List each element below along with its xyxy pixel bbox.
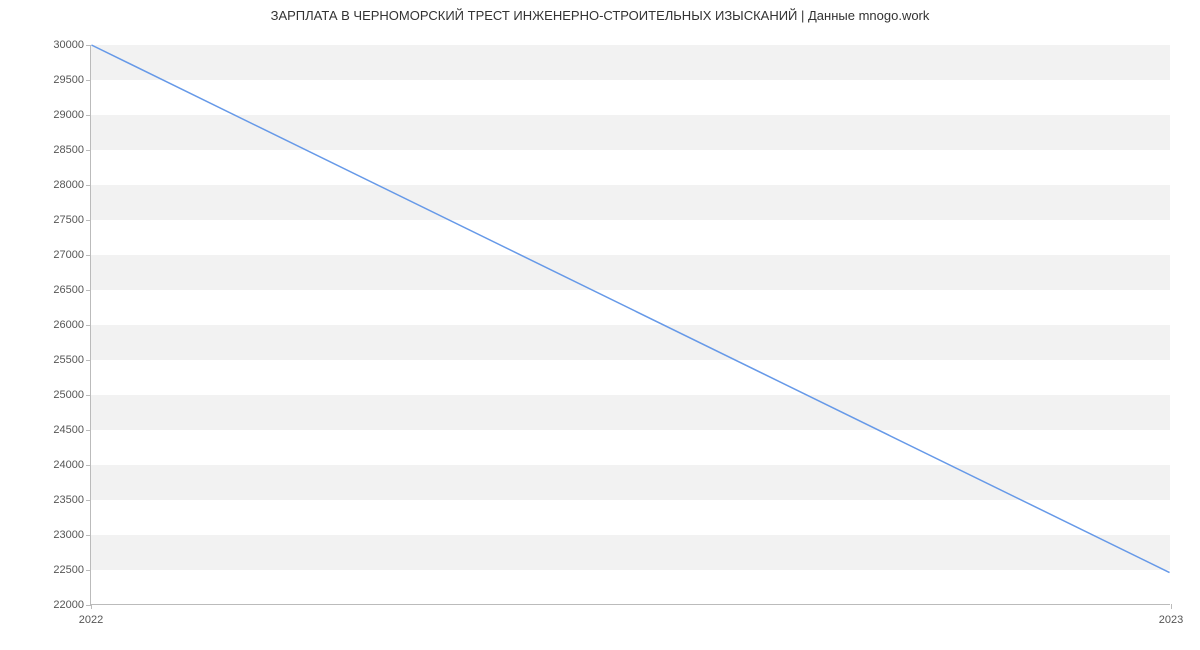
plot-area: 2200022500230002350024000245002500025500…: [90, 45, 1170, 605]
y-tick-label: 23500: [36, 494, 84, 506]
x-tick-mark: [1171, 604, 1172, 609]
y-tick-label: 28000: [36, 179, 84, 191]
y-tick-label: 27000: [36, 249, 84, 261]
chart-title: ЗАРПЛАТА В ЧЕРНОМОРСКИЙ ТРЕСТ ИНЖЕНЕРНО-…: [0, 8, 1200, 23]
y-tick-mark: [86, 500, 91, 501]
x-tick-label: 2023: [1159, 614, 1183, 626]
y-tick-label: 25000: [36, 389, 84, 401]
y-tick-mark: [86, 115, 91, 116]
y-tick-label: 22500: [36, 564, 84, 576]
y-tick-mark: [86, 430, 91, 431]
y-tick-mark: [86, 395, 91, 396]
line-layer: [91, 45, 1170, 604]
x-tick-label: 2022: [79, 614, 103, 626]
y-tick-mark: [86, 255, 91, 256]
y-tick-mark: [86, 360, 91, 361]
y-tick-label: 22000: [36, 599, 84, 611]
series-line: [91, 45, 1169, 573]
y-tick-label: 27500: [36, 214, 84, 226]
y-tick-label: 24000: [36, 459, 84, 471]
y-tick-label: 30000: [36, 39, 84, 51]
y-tick-label: 24500: [36, 424, 84, 436]
chart-container: ЗАРПЛАТА В ЧЕРНОМОРСКИЙ ТРЕСТ ИНЖЕНЕРНО-…: [0, 0, 1200, 650]
y-tick-label: 29500: [36, 74, 84, 86]
y-tick-mark: [86, 535, 91, 536]
y-tick-label: 25500: [36, 354, 84, 366]
y-tick-mark: [86, 150, 91, 151]
y-tick-label: 23000: [36, 529, 84, 541]
y-tick-mark: [86, 80, 91, 81]
y-tick-label: 26500: [36, 284, 84, 296]
y-tick-mark: [86, 465, 91, 466]
y-tick-label: 28500: [36, 144, 84, 156]
y-tick-mark: [86, 45, 91, 46]
y-tick-mark: [86, 570, 91, 571]
y-tick-mark: [86, 220, 91, 221]
y-tick-mark: [86, 325, 91, 326]
y-tick-label: 26000: [36, 319, 84, 331]
y-tick-label: 29000: [36, 109, 84, 121]
y-tick-mark: [86, 185, 91, 186]
x-tick-mark: [91, 604, 92, 609]
y-tick-mark: [86, 290, 91, 291]
